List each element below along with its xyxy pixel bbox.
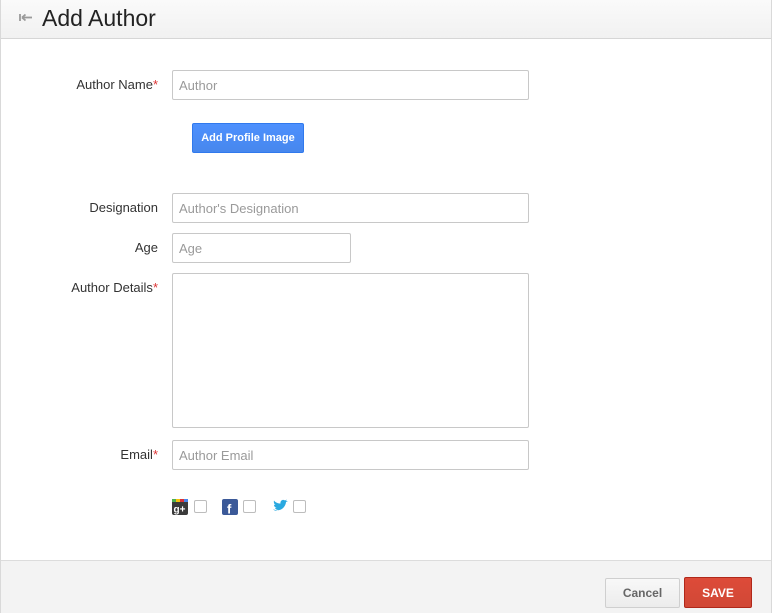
author-details-label-text: Author Details bbox=[71, 280, 153, 295]
cancel-button[interactable]: Cancel bbox=[605, 578, 680, 608]
author-name-label-text: Author Name bbox=[76, 77, 153, 92]
email-label-text: Email bbox=[120, 447, 153, 462]
social-google-plus: g+ bbox=[172, 499, 212, 517]
designation-input[interactable] bbox=[172, 193, 529, 223]
social-facebook: f bbox=[222, 499, 262, 517]
twitter-checkbox[interactable] bbox=[293, 500, 306, 513]
author-details-textarea[interactable] bbox=[172, 273, 529, 428]
back-arrow-icon[interactable] bbox=[17, 11, 35, 25]
save-button[interactable]: SAVE bbox=[684, 577, 752, 608]
svg-text:g+: g+ bbox=[174, 505, 186, 516]
facebook-icon: f bbox=[222, 499, 238, 517]
author-details-label: Author Details* bbox=[1, 280, 158, 296]
required-mark: * bbox=[152, 280, 158, 295]
twitter-icon bbox=[272, 499, 288, 515]
google-plus-icon: g+ bbox=[172, 499, 188, 516]
age-input[interactable] bbox=[172, 233, 351, 263]
social-twitter bbox=[272, 499, 312, 517]
page-title: Add Author bbox=[42, 5, 156, 31]
author-name-label: Author Name* bbox=[1, 77, 158, 93]
required-mark: * bbox=[152, 447, 158, 462]
email-label: Email* bbox=[1, 447, 158, 463]
age-label: Age bbox=[1, 240, 158, 256]
svg-text:f: f bbox=[227, 502, 232, 516]
add-profile-image-button[interactable]: Add Profile Image bbox=[192, 123, 304, 153]
google-plus-checkbox[interactable] bbox=[194, 500, 207, 513]
author-name-input[interactable] bbox=[172, 70, 529, 100]
page-header: Add Author bbox=[1, 0, 771, 39]
designation-label-text: Designation bbox=[89, 200, 158, 215]
required-mark: * bbox=[152, 77, 158, 92]
facebook-checkbox[interactable] bbox=[243, 500, 256, 513]
designation-label: Designation bbox=[1, 200, 158, 216]
email-input[interactable] bbox=[172, 440, 529, 470]
age-label-text: Age bbox=[134, 240, 158, 255]
form-footer: Cancel SAVE bbox=[1, 560, 771, 613]
add-author-page: Add Author Author Name* Add Profile Imag… bbox=[0, 0, 772, 613]
